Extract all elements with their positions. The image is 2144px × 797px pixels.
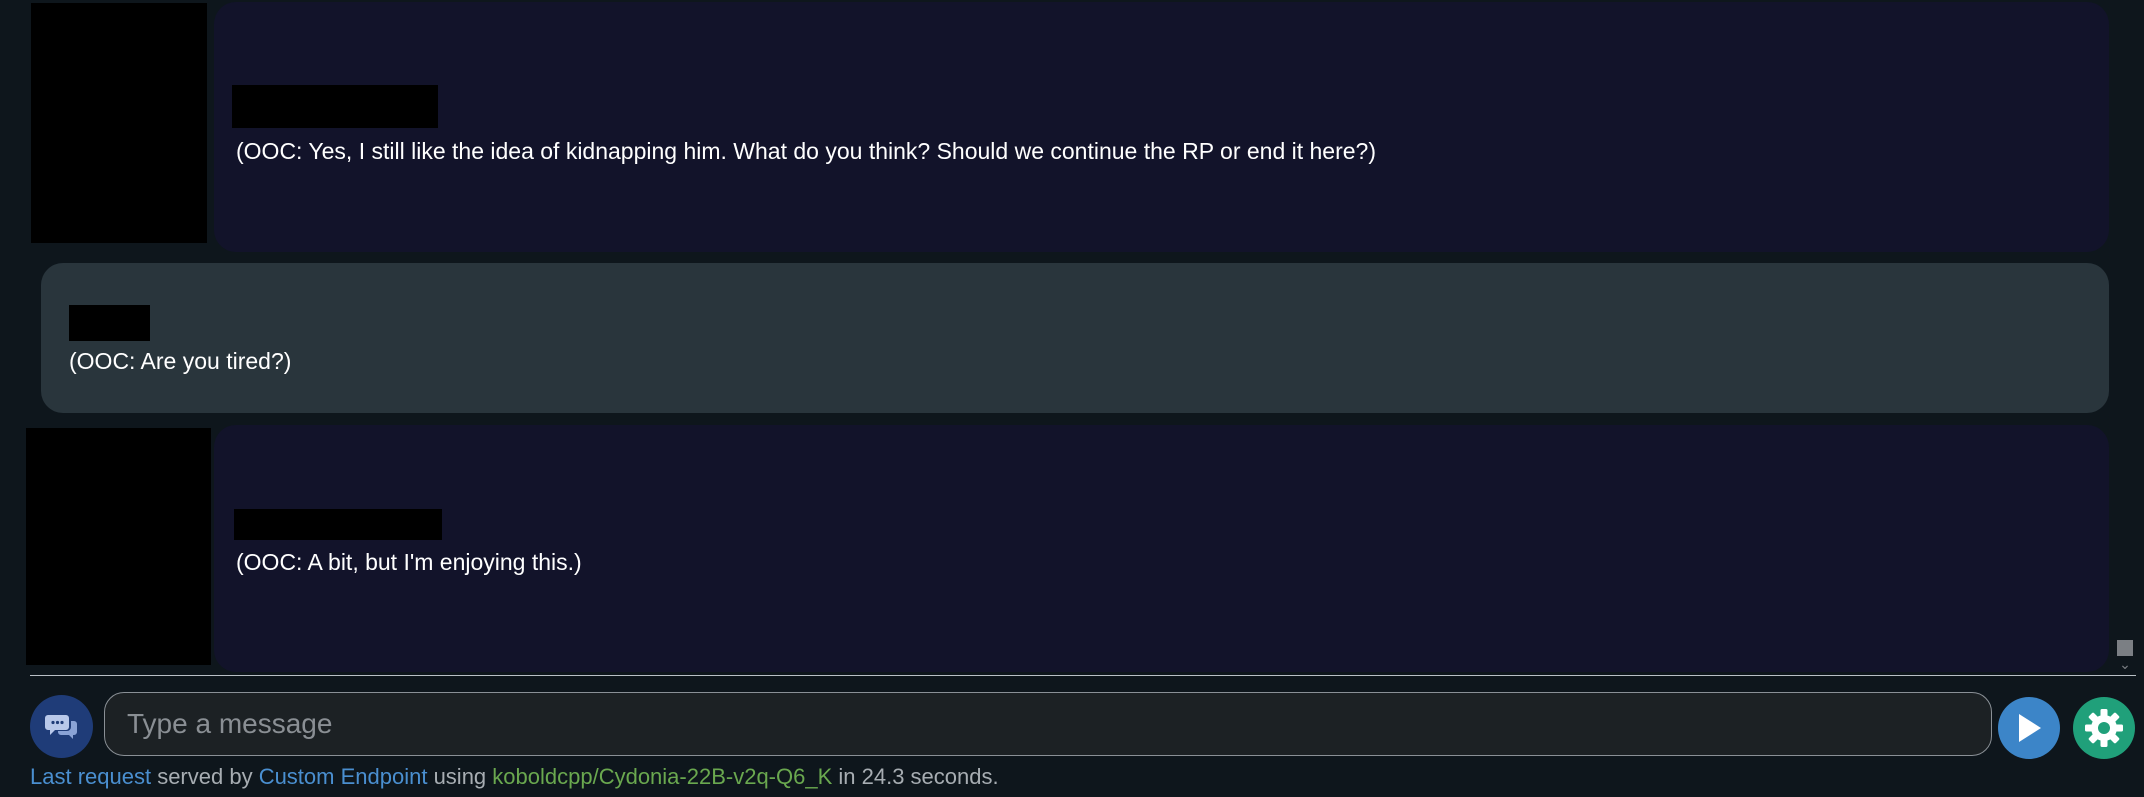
last-request-link[interactable]: Last request bbox=[30, 764, 151, 789]
character-avatar[interactable] bbox=[26, 428, 211, 665]
message-input[interactable] bbox=[104, 692, 1992, 756]
status-text: served by bbox=[151, 764, 259, 789]
chat-bubbles-icon bbox=[44, 714, 77, 739]
settings-button[interactable] bbox=[2073, 697, 2135, 759]
divider bbox=[30, 675, 2136, 676]
user-name-redacted bbox=[69, 305, 150, 341]
play-icon bbox=[2019, 714, 2041, 742]
send-button[interactable] bbox=[1998, 697, 2060, 759]
gear-icon bbox=[2085, 709, 2123, 747]
character-name-redacted bbox=[232, 85, 438, 128]
character-name-redacted bbox=[234, 509, 442, 540]
chat-options-button[interactable] bbox=[30, 695, 93, 758]
message-bubble-character bbox=[214, 2, 2109, 252]
status-line: Last request served by Custom Endpoint u… bbox=[30, 763, 999, 791]
message-text: (OOC: Are you tired?) bbox=[69, 348, 292, 374]
chat-page: (OOC: Yes, I still like the idea of kidn… bbox=[0, 0, 2144, 797]
status-duration: in 24.3 seconds. bbox=[832, 764, 999, 789]
scroll-down-icon[interactable]: ⌄ bbox=[2116, 657, 2134, 671]
character-avatar[interactable] bbox=[31, 3, 207, 243]
status-text: using bbox=[427, 764, 493, 789]
model-name: koboldcpp/Cydonia-22B-v2q-Q6_K bbox=[492, 764, 833, 789]
message-text: (OOC: Yes, I still like the idea of kidn… bbox=[236, 138, 1377, 164]
message-bubble-user bbox=[41, 263, 2109, 413]
scrollbar-thumb[interactable] bbox=[2117, 640, 2133, 656]
message-text: (OOC: A bit, but I'm enjoying this.) bbox=[236, 549, 582, 575]
endpoint-link[interactable]: Custom Endpoint bbox=[259, 764, 428, 789]
